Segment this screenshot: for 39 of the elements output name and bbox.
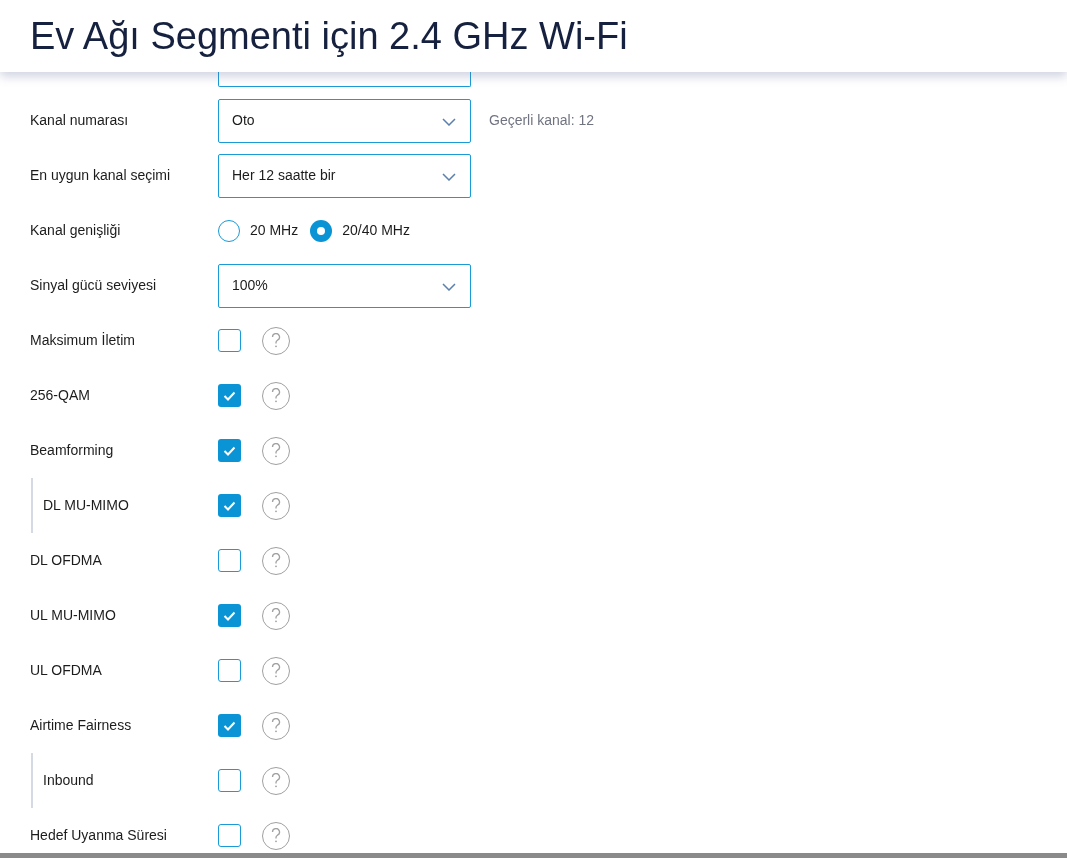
setting-label: 256-QAM xyxy=(30,386,90,405)
checkbox[interactable] xyxy=(218,494,241,517)
checkbox[interactable] xyxy=(218,604,241,627)
setting-label: UL MU-MIMO xyxy=(30,606,116,625)
setting-label: DL MU-MIMO xyxy=(43,496,129,515)
setting-label: Airtime Fairness xyxy=(30,716,132,735)
checkbox[interactable] xyxy=(218,769,241,792)
checkmark-icon xyxy=(223,500,236,511)
setting-label: Hedef Uyanma Süresi xyxy=(30,826,167,845)
setting-label: Kanal numarası xyxy=(30,111,129,130)
checkmark-icon xyxy=(223,610,236,621)
select-field[interactable]: 100% xyxy=(218,263,471,308)
setting-label: Maksimum İletim xyxy=(30,331,135,350)
setting-label: Inbound xyxy=(43,771,94,790)
checkmark-icon xyxy=(223,720,236,731)
chevron-down-icon xyxy=(442,117,456,126)
checkmark-icon xyxy=(223,445,236,456)
select-field[interactable]: Oto xyxy=(218,98,471,143)
checkbox[interactable] xyxy=(218,329,241,352)
setting-label: Beamforming xyxy=(30,441,114,460)
radio-option[interactable]: 20/40 MHz xyxy=(310,219,410,242)
chevron-down-icon xyxy=(442,282,456,291)
checkbox[interactable] xyxy=(218,439,241,462)
checkbox[interactable] xyxy=(218,659,241,682)
setting-label: Sinyal gücü seviyesi xyxy=(30,276,157,295)
setting-label: Kanal genişliği xyxy=(30,221,121,240)
checkbox[interactable] xyxy=(218,714,241,737)
setting-label: DL OFDMA xyxy=(30,551,102,570)
setting-label: En uygun kanal seçimi xyxy=(30,166,171,185)
page-title: Ev Ağı Segmenti için 2.4 GHz Wi-Fi xyxy=(30,17,628,55)
checkbox[interactable] xyxy=(218,824,241,847)
chevron-down-icon xyxy=(442,172,456,181)
checkbox[interactable] xyxy=(218,384,241,407)
select-field[interactable]: Her 12 saatte bir xyxy=(218,153,471,198)
checkmark-icon xyxy=(223,390,236,401)
setting-label: UL OFDMA xyxy=(30,661,102,680)
radio-option[interactable]: 20 MHz xyxy=(218,219,299,242)
checkbox[interactable] xyxy=(218,549,241,572)
current-channel-note: Geçerli kanal: 12 xyxy=(489,111,595,130)
